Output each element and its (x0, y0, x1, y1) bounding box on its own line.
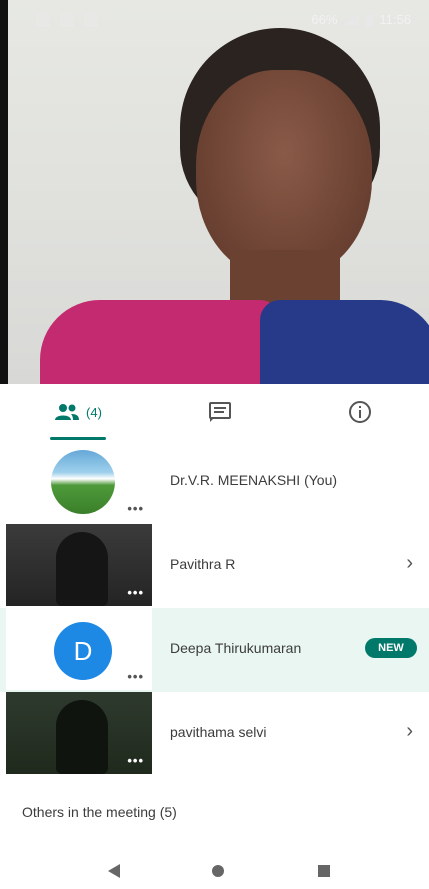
avatar: D (54, 622, 112, 680)
more-options-icon[interactable]: ••• (127, 585, 144, 600)
participant-video-thumbnail: ••• (6, 524, 152, 606)
more-options-icon[interactable]: ••• (127, 753, 144, 768)
home-icon (212, 865, 224, 877)
notification-icon (36, 13, 50, 27)
recents-button[interactable] (314, 861, 334, 881)
back-icon (108, 864, 120, 878)
signal-icon (343, 13, 360, 26)
people-icon (55, 404, 80, 420)
participant-figure (56, 700, 108, 774)
status-icons-right: 66% 11:56 (311, 12, 411, 27)
info-icon (349, 401, 371, 423)
participant-video-thumbnail: ••• (6, 692, 152, 774)
home-button[interactable] (208, 861, 228, 881)
tab-chat[interactable] (170, 384, 270, 440)
participant-figure (56, 532, 108, 606)
participant-row[interactable]: ••• pavithama selvi › (0, 692, 429, 776)
chevron-right-icon[interactable]: › (406, 720, 413, 743)
tab-bar: (4) (0, 384, 429, 440)
status-bar: 66% 11:56 (0, 0, 429, 44)
participant-thumbnail: ••• (6, 440, 152, 522)
more-options-icon[interactable]: ••• (127, 501, 144, 516)
others-in-meeting-header[interactable]: Others in the meeting (5) (22, 804, 177, 820)
navigation-bar (0, 853, 429, 889)
tab-people-label: (4) (86, 404, 102, 420)
participant-name: Deepa Thirukumaran (170, 640, 302, 656)
avatar (51, 450, 115, 514)
participant-row[interactable]: ••• Dr.V.R. MEENAKSHI (You) (0, 440, 429, 524)
video-left-edge (0, 0, 8, 384)
more-options-icon[interactable]: ••• (127, 669, 144, 684)
speaker-saree-pink (40, 300, 280, 384)
status-icons-left (36, 13, 98, 27)
call-icon (60, 13, 74, 27)
tab-info[interactable] (310, 384, 410, 440)
participant-thumbnail: D ••• (6, 608, 152, 690)
send-icon (84, 13, 98, 27)
recents-icon (318, 865, 330, 877)
battery-icon (365, 12, 374, 27)
new-badge: NEW (365, 638, 417, 658)
back-button[interactable] (104, 861, 124, 881)
chevron-right-icon[interactable]: › (406, 552, 413, 575)
participant-name: pavithama selvi (170, 724, 267, 740)
speaker-saree-blue (260, 300, 429, 384)
tab-people[interactable]: (4) (24, 384, 132, 440)
battery-label: 66% (311, 12, 338, 27)
participant-name: Pavithra R (170, 556, 236, 572)
chat-icon (209, 402, 231, 422)
participant-name: Dr.V.R. MEENAKSHI (You) (170, 472, 338, 488)
status-time: 11:56 (379, 12, 411, 27)
participant-row[interactable]: D ••• Deepa Thirukumaran NEW (0, 608, 429, 692)
participant-row[interactable]: ••• Pavithra R › (0, 524, 429, 608)
main-video-feed[interactable] (0, 0, 429, 384)
speaker-face (196, 70, 372, 280)
